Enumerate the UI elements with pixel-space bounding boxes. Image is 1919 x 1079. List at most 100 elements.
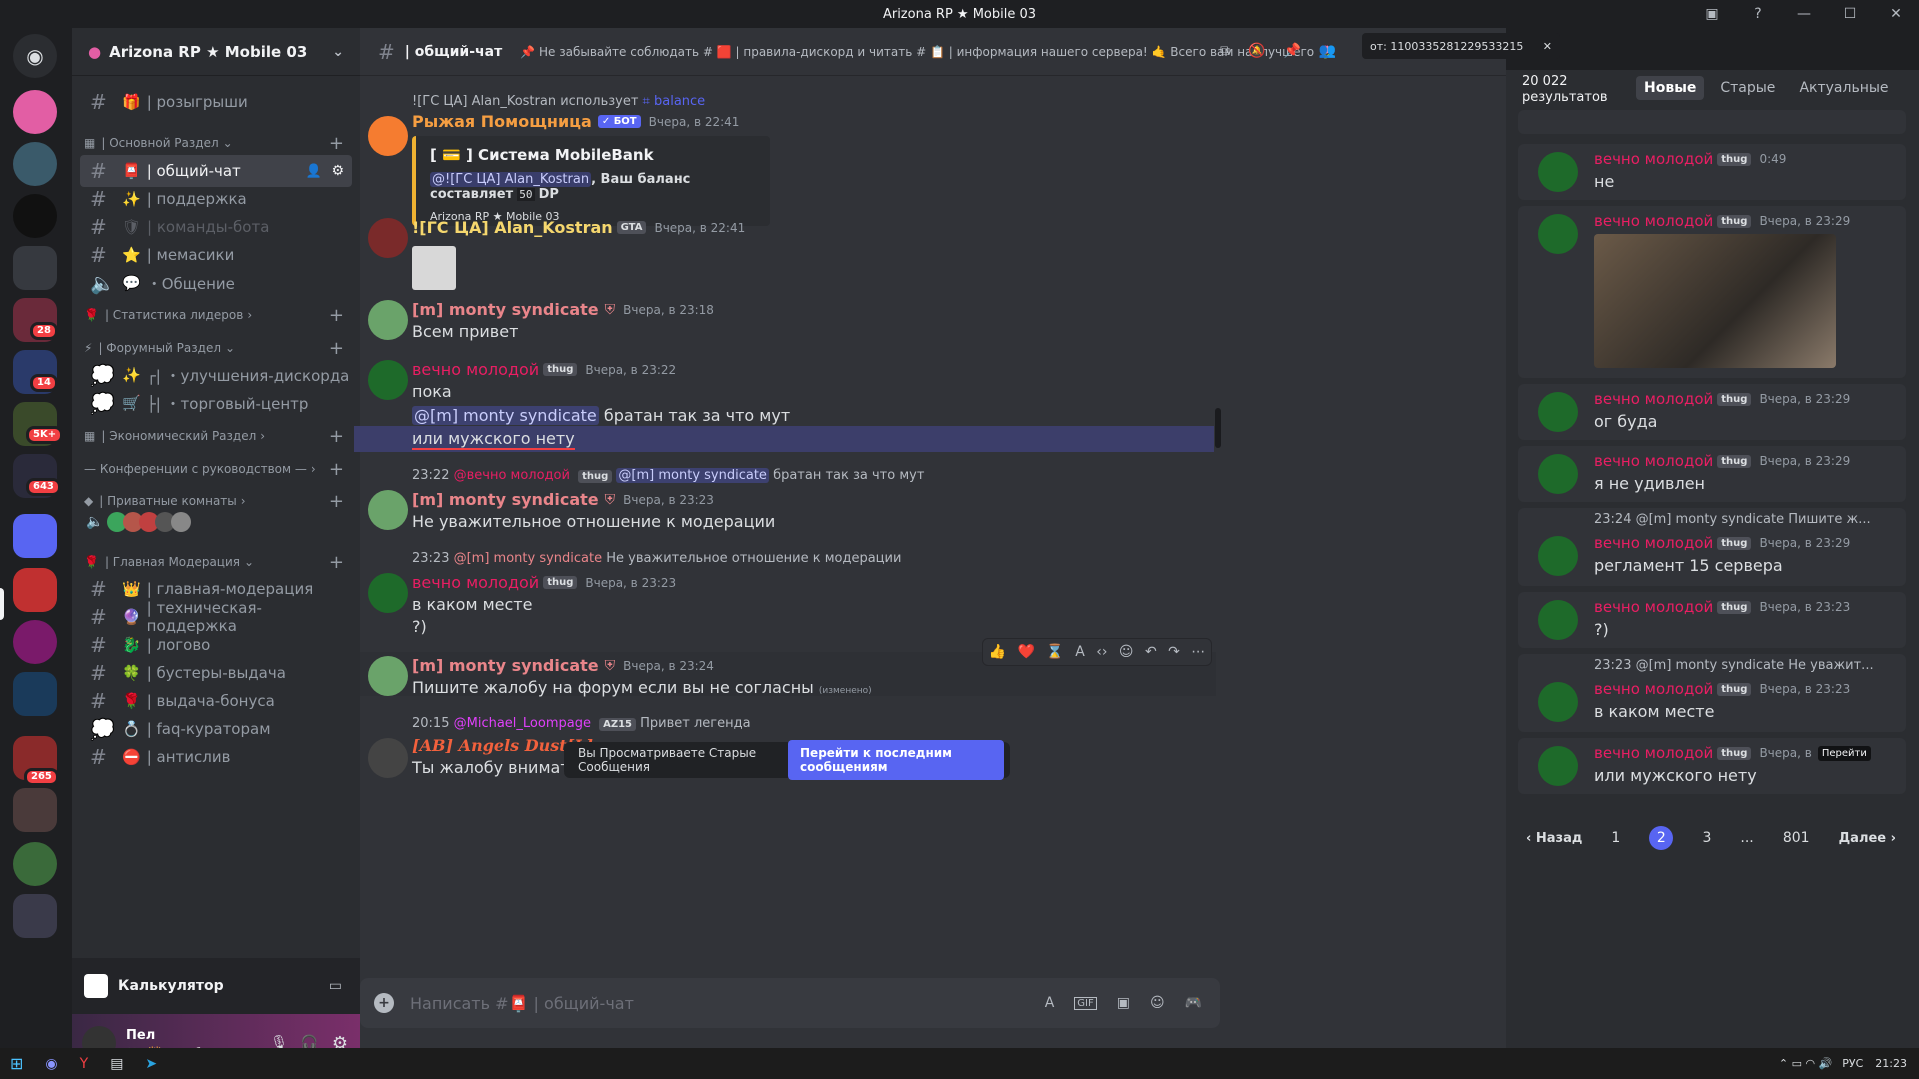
search-result[interactable]: вечно молодой thug Вчера, в 23:29 ог буда xyxy=(1518,384,1906,440)
voice-channel-talk[interactable]: 🔈 💬 ・Общение xyxy=(80,267,352,299)
translate-icon[interactable]: A xyxy=(1075,644,1085,660)
server-icon-4[interactable] xyxy=(13,620,57,664)
invite-icon[interactable]: 👤 xyxy=(306,164,322,179)
channel-antisliv[interactable]: # ⛔ | антислив xyxy=(80,741,352,773)
add-attachment-icon[interactable]: + xyxy=(374,993,394,1013)
author-name[interactable]: Рыжая Помощница xyxy=(412,112,592,131)
author-name[interactable]: ![ГС ЦА] Alan_Kostran xyxy=(412,218,613,237)
search-result[interactable]: 23:23 @[m] monty syndicate Не уважит... … xyxy=(1518,654,1906,732)
add-channel-icon[interactable]: + xyxy=(329,426,344,447)
tray-icons[interactable]: ⌃ ▭ ◠ 🔊 xyxy=(1779,1057,1832,1070)
app-taskbar-icon[interactable]: ▤ xyxy=(110,1056,123,1072)
pin-icon[interactable]: 📌 xyxy=(1283,43,1300,59)
forward-icon[interactable]: ↷ xyxy=(1168,644,1180,660)
mention[interactable]: @![ГС ЦА] Alan_Kostran xyxy=(430,172,592,187)
highlighted-message-row[interactable]: или мужского нету xyxy=(354,426,1214,452)
server-icon-3[interactable] xyxy=(13,194,57,238)
server-icon-5[interactable] xyxy=(13,842,57,886)
discord-taskbar-icon[interactable]: ◉ xyxy=(45,1056,57,1072)
clock[interactable]: 21:23 xyxy=(1875,1057,1907,1070)
language-indicator[interactable]: РУС xyxy=(1842,1057,1863,1070)
sticker-icon[interactable]: ▣ xyxy=(1117,995,1130,1011)
maximize-icon[interactable]: ☐ xyxy=(1827,6,1873,22)
search-result[interactable]: вечно молодой thug 0:49 не xyxy=(1518,144,1906,200)
server-folder-8[interactable] xyxy=(13,788,57,832)
author-name[interactable]: [m] monty syndicate xyxy=(412,490,599,509)
mention[interactable]: @[m] monty syndicate xyxy=(616,468,769,483)
author-name[interactable]: [m] monty syndicate xyxy=(412,656,599,675)
mention[interactable]: @[m] monty syndicate xyxy=(412,406,599,425)
server-folder-9[interactable] xyxy=(13,894,57,938)
emoji-icon[interactable]: ☺ xyxy=(1150,995,1165,1011)
page-1[interactable]: 1 xyxy=(1611,830,1620,846)
reply-preview[interactable]: 23:23 @[m] monty syndicate Не уважительн… xyxy=(412,551,901,566)
add-channel-icon[interactable]: + xyxy=(329,491,344,512)
avatar[interactable] xyxy=(368,300,408,340)
add-channel-icon[interactable]: + xyxy=(329,133,344,154)
category-forum[interactable]: ⚡ | Форумный Раздел ⌄ + xyxy=(80,336,352,360)
add-reaction-icon[interactable]: ☺ xyxy=(1119,644,1134,660)
reply-preview[interactable]: 23:22 @вечно молодой thug @[m] monty syn… xyxy=(412,468,924,483)
category-conferences[interactable]: — Конференции с руководством — › + xyxy=(80,457,352,481)
scrollbar-thumb[interactable] xyxy=(1215,408,1221,448)
discord-home-icon[interactable]: ◉ xyxy=(13,34,57,78)
reply-preview[interactable]: ![ГС ЦА] Alan_Kostran использует ⌗ balan… xyxy=(412,94,705,109)
tab-oldest[interactable]: Старые xyxy=(1712,76,1783,100)
jump-button[interactable]: Перейти xyxy=(1817,745,1871,761)
avatar[interactable] xyxy=(368,738,408,778)
telegram-icon[interactable]: ➤ xyxy=(145,1056,157,1072)
gear-icon[interactable]: ⚙ xyxy=(331,163,344,179)
category-private-rooms[interactable]: ◆ | Приватные комнаты › + xyxy=(80,489,352,513)
search-result[interactable]: вечно молодой thug Вчера, в 23:29 xyxy=(1518,206,1906,378)
clear-search-icon[interactable]: ✕ xyxy=(1543,40,1552,53)
category-leader-stats[interactable]: 🌹 | Статистика лидеров › + xyxy=(80,303,352,327)
activity-bar[interactable]: Калькулятор ▭ xyxy=(72,958,360,1014)
page-2-current[interactable]: 2 xyxy=(1649,826,1674,850)
add-channel-icon[interactable]: + xyxy=(329,459,344,480)
server-folder-6[interactable] xyxy=(13,672,57,716)
next-page-button[interactable]: Далее › xyxy=(1839,831,1896,846)
forum-trade-center[interactable]: 💭 🛒 ├| ・торговый-центр xyxy=(80,387,352,419)
gif-icon[interactable]: GIF xyxy=(1074,996,1097,1010)
hourglass-icon[interactable]: ⌛ xyxy=(1046,644,1063,660)
search-input[interactable]: от: 1100335281229533215 ✕ xyxy=(1362,33,1560,59)
search-result[interactable]: вечно молодой thug Вчера, в Перейти или муж… xyxy=(1518,738,1906,794)
mute-icon[interactable]: 🔕 xyxy=(1248,43,1265,59)
author-name[interactable]: вечно молодой xyxy=(412,360,539,379)
inbox-icon[interactable]: ▣ xyxy=(1689,6,1735,22)
channel-giveaways[interactable]: # 🎁 | розыгрыши xyxy=(80,86,352,118)
page-3[interactable]: 3 xyxy=(1702,830,1711,846)
category-main-moderation[interactable]: 🌹 | Главная Модерация ⌄ + xyxy=(80,550,352,574)
close-icon[interactable]: ✕ xyxy=(1873,6,1919,22)
prev-page-button[interactable]: ‹ Назад xyxy=(1526,831,1582,846)
threads-icon[interactable]: ⧉ xyxy=(1220,43,1230,59)
category-economy[interactable]: ▦ | Экономический Раздел › + xyxy=(80,424,352,448)
more-icon[interactable]: ⋯ xyxy=(1191,644,1205,660)
avatar[interactable] xyxy=(368,490,408,530)
server-icon-2[interactable] xyxy=(13,142,57,186)
jump-to-present-button[interactable]: Перейти к последним сообщениям xyxy=(788,740,1004,780)
add-channel-icon[interactable]: + xyxy=(329,305,344,326)
server-icon-selected[interactable] xyxy=(13,568,57,612)
tab-newest[interactable]: Новые xyxy=(1636,76,1705,100)
tab-relevant[interactable]: Актуальные xyxy=(1791,76,1896,100)
reply-preview[interactable]: 20:15 @Michael_Loompage AZ15 Привет леге… xyxy=(412,716,751,731)
search-result-partial[interactable] xyxy=(1518,110,1906,134)
code-icon[interactable]: ‹› xyxy=(1096,644,1107,660)
folder-icon[interactable] xyxy=(13,514,57,558)
server-icon-1[interactable] xyxy=(13,90,57,134)
gamepad-icon[interactable]: 🎮 xyxy=(1185,995,1202,1011)
avatar[interactable] xyxy=(368,656,408,696)
thumbs-up-icon[interactable]: 👍 xyxy=(989,644,1006,660)
reply-icon[interactable]: ↶ xyxy=(1145,644,1157,660)
help-icon[interactable]: ? xyxy=(1735,6,1781,22)
search-result[interactable]: 23:24 @[m] monty syndicate Пишите ж... в… xyxy=(1518,508,1906,586)
add-channel-icon[interactable]: + xyxy=(329,552,344,573)
image-attachment[interactable] xyxy=(1594,234,1836,368)
avatar[interactable] xyxy=(368,573,408,613)
avatar[interactable] xyxy=(368,360,408,400)
screen-share-icon[interactable]: ▭ xyxy=(329,978,342,994)
server-header[interactable]: ● Arizona RP ★ Mobile 03 ⌄ xyxy=(72,28,360,76)
members-icon[interactable]: 👥 xyxy=(1319,43,1336,59)
message-input[interactable]: Написать #📮 | общий-чат xyxy=(410,994,1045,1013)
